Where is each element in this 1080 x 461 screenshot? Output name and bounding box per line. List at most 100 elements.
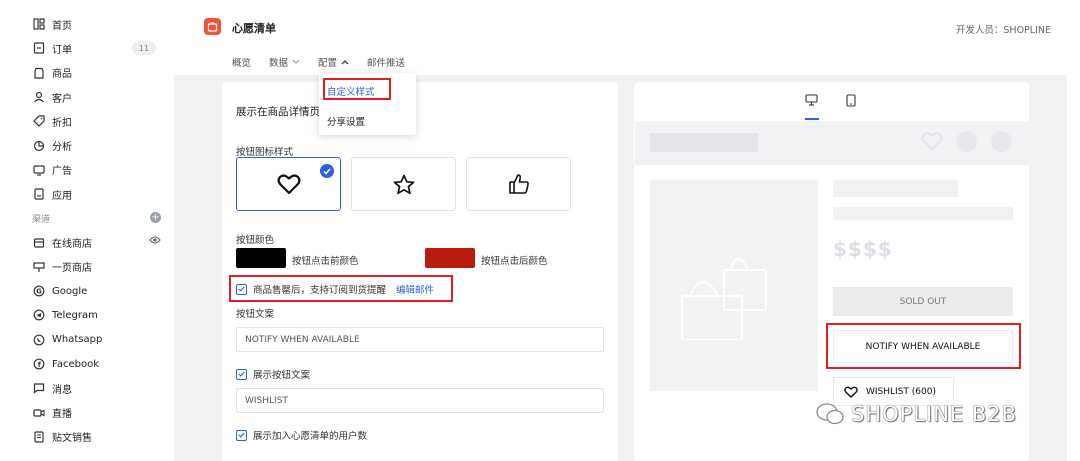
discount-icon bbox=[32, 114, 46, 128]
sidebar-item-orders[interactable]: 订单 11 bbox=[0, 36, 174, 60]
product-icon bbox=[32, 66, 46, 80]
view-store-icon[interactable] bbox=[149, 235, 161, 248]
tab-data[interactable]: 数据 bbox=[269, 55, 300, 69]
sidebar-item-analytics[interactable]: 分析 bbox=[0, 133, 174, 157]
app-header: 心愿清单 开发人员：SHOPLINE 概览 数据 配置 邮件推送 bbox=[174, 0, 1067, 75]
whatsapp-icon bbox=[32, 333, 46, 347]
tab-label: 数据 bbox=[269, 58, 289, 69]
preview-circle-placeholder bbox=[991, 131, 1012, 152]
sidebar-item-facebook[interactable]: f Facebook bbox=[0, 352, 174, 376]
sidebar: 首页 订单 11 商品 客户 折扣 分析 广告 应用 渠道 + 在线商店 一页商… bbox=[0, 0, 174, 461]
show-users-checkbox[interactable] bbox=[236, 429, 247, 441]
wishlist-app-logo bbox=[204, 18, 221, 35]
before-click-color-label: 按钮点击前颜色 bbox=[292, 256, 359, 267]
sidebar-item-ads[interactable]: 广告 bbox=[0, 158, 174, 182]
sidebar-item-products[interactable]: 商品 bbox=[0, 61, 174, 85]
menu-item-share-settings[interactable]: 分享设置 bbox=[327, 114, 365, 128]
sidebar-item-google[interactable]: G Google bbox=[0, 279, 174, 303]
sidebar-item-apps[interactable]: 应用 bbox=[0, 182, 174, 206]
settings-panel: 展示在商品详情页 按钮图标样式 按钮颜色 按钮点击前颜色 按钮点击后颜色 商品售… bbox=[222, 82, 618, 461]
sidebar-item-label: 消息 bbox=[52, 384, 72, 396]
preview-subtitle-placeholder bbox=[833, 207, 1013, 220]
google-icon: G bbox=[32, 284, 46, 298]
desktop-view-icon[interactable] bbox=[805, 94, 818, 109]
star-icon bbox=[393, 174, 414, 194]
before-click-color-swatch[interactable] bbox=[236, 248, 286, 268]
show-button-text-checkbox[interactable] bbox=[236, 368, 247, 380]
message-icon bbox=[32, 381, 46, 395]
highlight-custom-style bbox=[323, 78, 391, 100]
watermark-text: SHOPLINE B2B bbox=[851, 402, 1018, 426]
sidebar-item-telegram[interactable]: Telegram bbox=[0, 303, 174, 327]
sidebar-item-label: 一页商店 bbox=[52, 263, 92, 275]
sidebar-item-customers[interactable]: 客户 bbox=[0, 85, 174, 109]
preview-circle-placeholder bbox=[956, 131, 977, 152]
preview-product-image bbox=[650, 180, 818, 391]
watermark: SHOPLINE B2B bbox=[815, 402, 1017, 426]
icon-option-heart[interactable] bbox=[236, 157, 341, 211]
sidebar-item-live[interactable]: 直播 bbox=[0, 400, 174, 424]
show-users-row[interactable]: 展示加入心愿清单的用户数 bbox=[236, 428, 367, 442]
sidebar-item-label: 在线商店 bbox=[52, 239, 92, 251]
sidebar-item-label: 应用 bbox=[52, 190, 72, 202]
live-icon bbox=[32, 406, 46, 420]
sidebar-item-whatsapp[interactable]: Whatsapp bbox=[0, 328, 174, 352]
button-text-input[interactable]: NOTIFY WHEN AVAILABLE bbox=[236, 327, 604, 352]
sidebar-item-label: 贴文销售 bbox=[52, 433, 92, 445]
facebook-icon: f bbox=[32, 357, 46, 371]
button-text-label: 按钮文案 bbox=[236, 309, 275, 320]
sidebar-item-label: 首页 bbox=[52, 20, 72, 32]
sidebar-item-label: 订单 bbox=[52, 44, 72, 56]
sidebar-item-post-sales[interactable]: 贴文销售 bbox=[0, 425, 174, 449]
preview-heart-icon bbox=[921, 131, 943, 154]
preview-price: $$$$ bbox=[833, 237, 893, 261]
sidebar-item-one-page-store[interactable]: 一页商店 bbox=[0, 255, 174, 279]
tab-label: 概览 bbox=[232, 58, 252, 69]
thumbs-up-icon bbox=[508, 174, 529, 194]
sidebar-item-online-store[interactable]: 在线商店 bbox=[0, 230, 174, 254]
channels-section-header: 渠道 + bbox=[0, 206, 174, 230]
sidebar-item-label: 商品 bbox=[52, 69, 72, 81]
preview-notify-button: NOTIFY WHEN AVAILABLE bbox=[833, 330, 1013, 363]
developer-info: 开发人员：SHOPLINE bbox=[955, 25, 1051, 36]
after-click-color-label: 按钮点击后颜色 bbox=[481, 256, 548, 267]
button-color-label: 按钮颜色 bbox=[236, 235, 275, 246]
tab-overview[interactable]: 概览 bbox=[232, 55, 251, 69]
sidebar-item-discounts[interactable]: 折扣 bbox=[0, 109, 174, 133]
sidebar-item-label: Telegram bbox=[52, 309, 98, 321]
sidebar-item-label: 分析 bbox=[52, 142, 72, 154]
sidebar-item-label: Google bbox=[52, 285, 88, 297]
show-button-text-label: 展示按钮文案 bbox=[253, 370, 311, 381]
preview-sold-out-button: SOLD OUT bbox=[833, 287, 1013, 316]
wishlist-text-input[interactable]: WISHLIST bbox=[236, 388, 604, 413]
wechat-icon bbox=[816, 403, 844, 425]
sidebar-item-label: Facebook bbox=[52, 358, 99, 370]
sidebar-item-home[interactable]: 首页 bbox=[0, 12, 174, 36]
sidebar-item-label: 客户 bbox=[52, 93, 72, 105]
preview-logo-placeholder bbox=[650, 133, 758, 152]
apps-icon bbox=[32, 187, 46, 201]
settings-title: 展示在商品详情页 bbox=[236, 106, 320, 118]
mobile-view-icon[interactable] bbox=[846, 94, 856, 110]
dashboard-icon bbox=[32, 17, 46, 31]
sidebar-item-messages[interactable]: 消息 bbox=[0, 376, 174, 400]
add-channel-icon[interactable]: + bbox=[150, 212, 161, 224]
app-title: 心愿清单 bbox=[232, 22, 276, 35]
preview-title-placeholder bbox=[833, 180, 958, 197]
icon-style-label: 按钮图标样式 bbox=[236, 147, 294, 158]
shopping-bags-icon bbox=[681, 258, 767, 340]
chevron-down-icon bbox=[292, 59, 300, 64]
after-click-color-swatch[interactable] bbox=[425, 248, 475, 268]
sidebar-item-label: 直播 bbox=[52, 409, 72, 421]
chevron-up-icon bbox=[341, 60, 349, 65]
heart-icon bbox=[844, 386, 858, 398]
analytics-icon bbox=[32, 139, 46, 153]
tab-config[interactable]: 配置 bbox=[318, 55, 349, 69]
post-sales-icon bbox=[32, 430, 46, 444]
show-button-text-row[interactable]: 展示按钮文案 bbox=[236, 367, 310, 381]
app-tabs: 概览 数据 配置 邮件推送 bbox=[232, 55, 423, 69]
customer-icon bbox=[32, 90, 46, 104]
icon-option-star[interactable] bbox=[351, 157, 456, 211]
tab-email-push[interactable]: 邮件推送 bbox=[367, 55, 405, 69]
icon-option-thumbs-up[interactable] bbox=[466, 157, 571, 211]
